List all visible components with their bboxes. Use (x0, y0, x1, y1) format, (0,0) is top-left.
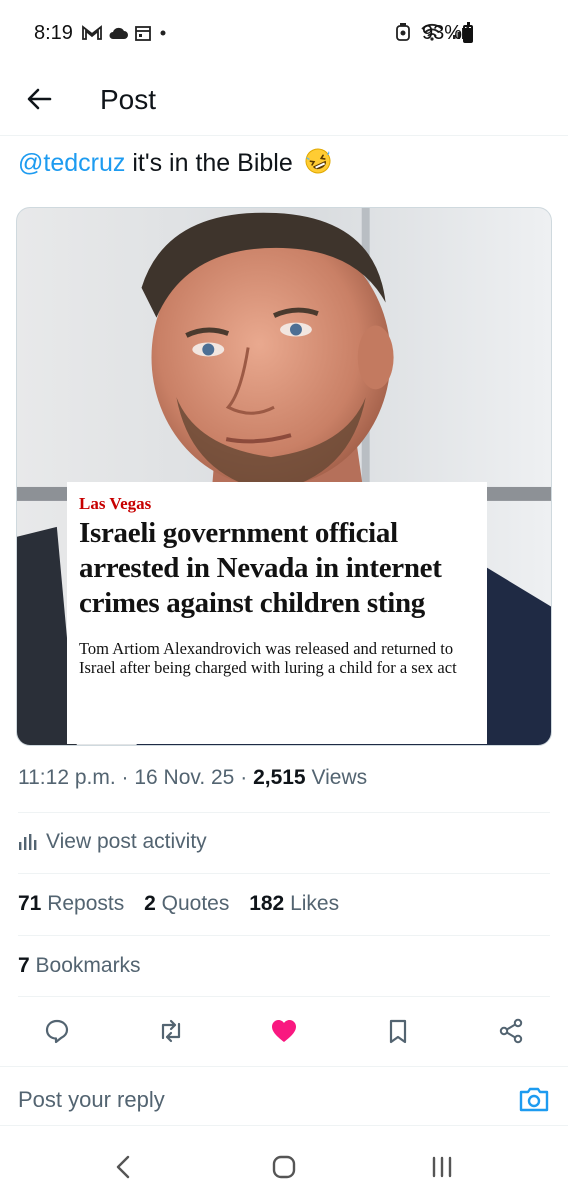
engagement-stats: 71 Reposts 2 Quotes 182 Likes (18, 892, 353, 916)
share-icon (499, 1018, 523, 1044)
page-title: Post (100, 84, 157, 115)
post-meta: 11:12 p.m. · 16 Nov. 25 · 2,515 Views (18, 766, 367, 790)
dot-icon (160, 30, 166, 36)
quotes-stat[interactable]: 2 Quotes (144, 892, 229, 915)
bookmark-button[interactable] (383, 1016, 413, 1046)
like-button[interactable] (269, 1016, 299, 1046)
divider (18, 812, 550, 813)
meta-separator: · (240, 766, 248, 789)
likes-label: Likes (290, 892, 340, 915)
battery-icon (463, 22, 473, 43)
headline-title: Israeli government official arrested in … (79, 517, 442, 619)
mention-link[interactable]: @tedcruz (18, 149, 125, 177)
divider (18, 873, 550, 874)
calendar-icon (135, 26, 151, 41)
reply-composer[interactable]: Post your reply (0, 1066, 568, 1126)
meta-separator: · (121, 766, 129, 789)
post-text: it's in the Bible (132, 149, 293, 177)
arrow-left-icon[interactable] (24, 84, 54, 114)
status-notification-icons (82, 24, 168, 42)
post-date[interactable]: 16 Nov. 25 (134, 766, 234, 789)
post-body: @tedcruz it's in the Bible (18, 145, 332, 181)
like-icon (272, 1020, 296, 1042)
recycle-icon (396, 23, 410, 41)
battery-percent: 93% (422, 22, 463, 44)
view-post-activity-button[interactable]: View post activity (18, 830, 207, 854)
rofl-emoji-icon (305, 148, 331, 174)
status-time: 8:19 (34, 22, 73, 44)
headline-standfirst: Tom Artiom Alexandrovich was released an… (79, 639, 457, 677)
share-button[interactable] (496, 1016, 526, 1046)
reply-button[interactable] (42, 1016, 72, 1046)
divider (18, 996, 550, 997)
nav-recents-icon[interactable] (428, 1153, 456, 1181)
post-time[interactable]: 11:12 p.m. (18, 766, 116, 789)
headline-kicker: Las Vegas (79, 494, 152, 513)
action-bar (0, 1008, 568, 1062)
likes-stat[interactable]: 182 Likes (249, 892, 339, 915)
activity-label: View post activity (46, 830, 207, 853)
cloud-icon (109, 27, 128, 39)
repost-icon (161, 1019, 181, 1043)
system-nav-bar (0, 1135, 568, 1199)
views-count: 2,515 (253, 766, 306, 789)
bookmarks-label: Bookmarks (35, 954, 141, 977)
reposts-stat[interactable]: 71 Reposts (18, 892, 124, 915)
status-bar: 8:19 93% (0, 0, 568, 70)
media-image[interactable]: Las Vegas Israeli government official ar… (16, 207, 552, 746)
camera-icon[interactable] (518, 1085, 550, 1113)
bar-chart-icon (19, 834, 37, 850)
quotes-count: 2 (144, 892, 156, 915)
bookmark-icon (389, 1019, 407, 1044)
repost-button[interactable] (156, 1016, 186, 1046)
bookmarks-count: 7 (18, 954, 30, 977)
reposts-count: 71 (18, 892, 42, 915)
quotes-label: Quotes (161, 892, 230, 915)
nav-home-icon[interactable] (270, 1153, 298, 1181)
bookmarks-stat[interactable]: 7 Bookmarks (18, 954, 141, 978)
likes-count: 182 (249, 892, 285, 915)
post-header: Post (0, 70, 568, 136)
views-label: Views (311, 766, 368, 789)
battery-level (465, 27, 471, 41)
reply-icon (45, 1019, 69, 1044)
divider (18, 935, 550, 936)
gmail-icon (82, 25, 102, 40)
headline-overlay: Las Vegas Israeli government official ar… (67, 482, 487, 744)
reposts-label: Reposts (47, 892, 125, 915)
nav-back-icon[interactable] (110, 1153, 138, 1181)
reply-input[interactable]: Post your reply (18, 1087, 165, 1113)
